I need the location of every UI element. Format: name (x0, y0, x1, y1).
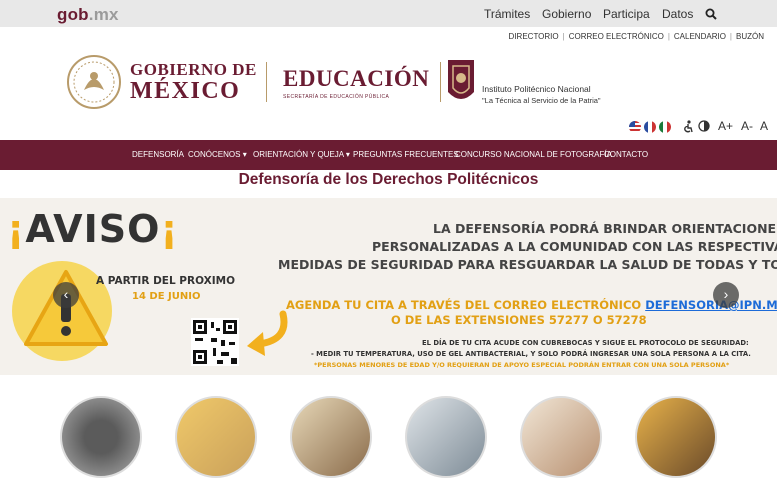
qr-code-icon (191, 318, 239, 366)
email-link[interactable]: DEFENSORIA@IPN.MX (645, 298, 777, 312)
a-partir-text: A PARTIR DEL PROXIMO (96, 275, 236, 287)
sep-subtitle: SECRETARÍA DE EDUCACIÓN PÚBLICA (283, 94, 390, 100)
banner-line-1: LA DEFENSORÍA PODRÁ BRINDAR ORIENTACIONE… (433, 221, 777, 236)
link-calendario[interactable]: CALENDARIO (670, 32, 730, 41)
main-nav: DEFENSORÍA CONÓCENOS ▾ ORIENTACIÓN Y QUE… (0, 140, 777, 170)
banner-protocolo: EL DÍA DE TU CITA ACUDE CON CUBREBOCAS Y… (422, 339, 749, 347)
educacion-logo-title: EDUCACIÓN (283, 66, 430, 91)
nav-datos[interactable]: Datos (662, 7, 693, 21)
font-increase-button[interactable]: A+ (718, 119, 733, 133)
section-circle-image[interactable] (290, 396, 372, 478)
nav-conocenos-label: CONÓCENOS (188, 150, 241, 159)
flag-mexico-icon[interactable] (659, 121, 671, 133)
carousel-prev-button[interactable]: ‹ (53, 282, 79, 308)
section-circle-image[interactable] (405, 396, 487, 478)
font-reset-button[interactable]: A (760, 119, 768, 133)
link-buzon[interactable]: BUZÓN (732, 32, 768, 41)
ipn-name-block: Instituto Politécnico Nacional "La Técni… (482, 84, 601, 105)
carousel-next-button[interactable]: › (713, 282, 739, 308)
link-directorio[interactable]: DIRECTORIO (505, 32, 563, 41)
escudo-nacional-icon (67, 55, 121, 109)
agenda-text: AGENDA TU CITA A TRAVÉS DEL CORREO ELECT… (286, 298, 642, 312)
nav-defensoria[interactable]: DEFENSORÍA (132, 150, 184, 159)
logo-divider (440, 62, 441, 102)
gob-topbar: gob.mx Trámites Gobierno Participa Datos (0, 0, 777, 27)
font-decrease-button[interactable]: A- (741, 119, 753, 133)
nav-gobierno[interactable]: Gobierno (542, 7, 591, 21)
page-title: Defensoría de los Derechos Politécnicos (238, 171, 539, 188)
accessibility-icon[interactable] (683, 120, 694, 133)
nav-orientacion-label: ORIENTACIÓN Y QUEJA (253, 150, 344, 159)
section-circle-image[interactable] (60, 396, 142, 478)
nav-participa[interactable]: Participa (603, 7, 650, 21)
nav-tramites[interactable]: Trámites (484, 7, 530, 21)
nav-conocenos[interactable]: CONÓCENOS ▾ (188, 150, 247, 159)
aviso-heading: ¡AVISO¡ (7, 207, 179, 251)
ipn-motto: "La Técnica al Servicio de la Patria" (482, 96, 601, 105)
gob-mx-logo[interactable]: gob.mx (57, 5, 119, 25)
gobierno-de-mexico-logo[interactable]: GOBIERNO DE MÉXICO (130, 60, 257, 105)
banner-medidas: - MEDIR TU TEMPERATURA, USO DE GEL ANTIB… (311, 350, 751, 358)
ipn-name: Instituto Politécnico Nacional (482, 84, 591, 94)
banner-agenda: AGENDA TU CITA A TRAVÉS DEL CORREO ELECT… (286, 298, 777, 312)
aviso-banner[interactable]: ¡AVISO¡ A PARTIR DEL PROXIMO 14 DE JUNIO… (0, 198, 777, 375)
utility-links: DIRECTORIO | CORREO ELECTRÓNICO | CALENDAR… (505, 32, 768, 41)
flag-english-icon[interactable] (629, 121, 641, 133)
search-icon[interactable] (705, 8, 717, 20)
banner-line-2: PERSONALIZADAS A LA COMUNIDAD CON LAS RE… (372, 239, 777, 254)
section-circle-image[interactable] (635, 396, 717, 478)
gobierno-logo-line1: GOBIERNO DE (130, 60, 257, 79)
nav-contacto[interactable]: CONTACTO (604, 150, 648, 159)
banner-extensiones: O DE LAS EXTENSIONES 57277 O 57278 (391, 313, 647, 327)
ipn-shield-icon[interactable] (446, 58, 476, 106)
banner-line-3: MEDIDAS DE SEGURIDAD PARA RESGUARDAR LA … (278, 257, 777, 272)
educacion-logo[interactable]: EDUCACIÓN SECRETARÍA DE EDUCACIÓN PÚBLIC… (283, 66, 429, 100)
caret-down-icon: ▾ (242, 150, 247, 159)
curved-arrow-icon (247, 310, 288, 356)
gobierno-logo-line2: MÉXICO (130, 78, 241, 104)
section-circle-image[interactable] (175, 396, 257, 478)
logo-divider (266, 62, 267, 102)
flag-french-icon[interactable] (644, 121, 656, 133)
nav-preguntas[interactable]: PREGUNTAS FRECUENTES (353, 150, 459, 159)
nav-orientacion[interactable]: ORIENTACIÓN Y QUEJA ▾ (253, 150, 350, 159)
contrast-icon[interactable] (698, 120, 710, 132)
caret-down-icon: ▾ (345, 150, 350, 159)
banner-menores: *PERSONAS MENORES DE EDAD Y/O REQUIERAN … (314, 361, 730, 369)
section-circle-image[interactable] (520, 396, 602, 478)
nav-concurso[interactable]: CONCURSO NACIONAL DE FOTOGRAFÍA (455, 150, 612, 159)
link-correo[interactable]: CORREO ELECTRÓNICO (565, 32, 668, 41)
fecha-text: 14 DE JUNIO (132, 291, 201, 302)
